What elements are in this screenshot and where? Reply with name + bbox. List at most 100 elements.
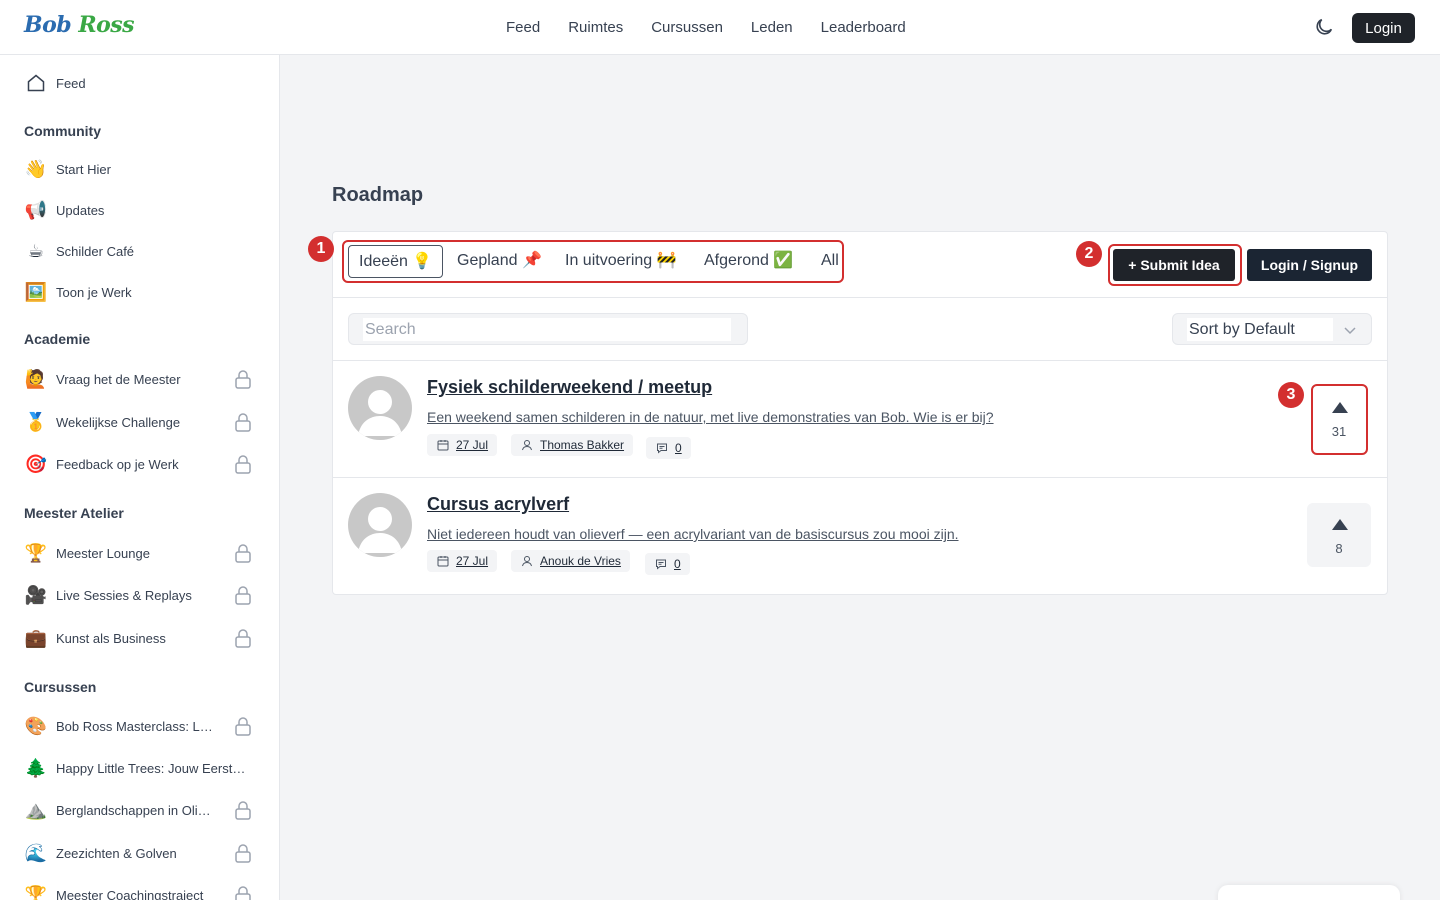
- nav-cursussen[interactable]: Cursussen: [651, 19, 723, 36]
- sidebar-item-happy-little-trees[interactable]: 🌲Happy Little Trees: Jouw Eerste Schilde…: [24, 755, 254, 781]
- lock-icon: [235, 801, 251, 820]
- search-input[interactable]: [363, 318, 731, 341]
- user-icon: [522, 440, 532, 451]
- tab-all[interactable]: All: [821, 245, 839, 278]
- idea-description[interactable]: Niet iedereen houdt van olieverf — een a…: [427, 526, 959, 542]
- sidebar-item-toon-je-werk[interactable]: 🖼️ Toon je Werk: [24, 279, 254, 305]
- trophy-icon: 🏆: [24, 885, 48, 900]
- sidebar-item-berglandschappen[interactable]: ⛰️ Berglandschappen in Olieverf: [24, 797, 254, 823]
- sidebar-item-live-sessies[interactable]: 🎥 Live Sessies & Replays: [24, 582, 254, 608]
- sidebar-item-kunst-als-business[interactable]: 💼 Kunst als Business: [24, 625, 254, 651]
- home-icon: [24, 71, 48, 95]
- annotation-badge-1: 1: [308, 236, 334, 262]
- sidebar-item-zeezichten[interactable]: 🌊 Zeezichten & Golven: [24, 840, 254, 866]
- divider: [333, 297, 1387, 298]
- palette-icon: 🎨: [24, 716, 48, 736]
- tab-in-uitvoering[interactable]: In uitvoering 🚧: [565, 245, 677, 278]
- lock-icon: [235, 844, 251, 863]
- raised-hand-icon: 🙋: [24, 369, 48, 389]
- idea-date: 27 Jul: [427, 434, 498, 456]
- sidebar-item-vraag-het-de-meester[interactable]: 🙋 Vraag het de Meester: [24, 366, 254, 392]
- sort-select[interactable]: Sort by Default: [1172, 313, 1372, 345]
- login-button[interactable]: Login: [1352, 13, 1415, 43]
- user-icon: [522, 556, 532, 567]
- tab-gepland[interactable]: Gepland 📌: [457, 245, 542, 278]
- tree-icon: 🌲: [24, 758, 48, 778]
- sidebar-item-updates[interactable]: 📢 Updates: [24, 197, 254, 223]
- avatar: [348, 493, 412, 557]
- floating-widget[interactable]: [1218, 885, 1400, 900]
- lock-icon: [235, 413, 251, 432]
- idea-date: 27 Jul: [427, 550, 498, 572]
- comment-icon: [657, 443, 667, 454]
- sidebar: Feed Community 👋 Start Hier 📢 Updates ☕ Sch…: [0, 55, 280, 900]
- sort-selected-value: Sort by Default: [1187, 318, 1333, 341]
- sidebar-item-schilder-cafe[interactable]: ☕ Schilder Café: [24, 238, 254, 264]
- megaphone-icon: 📢: [24, 200, 48, 220]
- briefcase-icon: 💼: [24, 628, 48, 648]
- divider: [333, 477, 1387, 478]
- lock-icon: [235, 370, 251, 389]
- nav-ruimtes[interactable]: Ruimtes: [568, 19, 623, 36]
- coffee-icon: ☕: [27, 241, 45, 261]
- sidebar-item-wekelijkse-challenge[interactable]: 🥇 Wekelijkse Challenge: [24, 409, 254, 435]
- divider: [333, 360, 1387, 361]
- sidebar-item-coachingstraject[interactable]: 🏆 Meester Coachingstraject: [24, 882, 254, 900]
- idea-description[interactable]: Een weekend samen schilderen in de natuu…: [427, 409, 994, 425]
- nav-leden[interactable]: Leden: [751, 19, 793, 36]
- idea-comments: 0: [645, 553, 690, 575]
- annotation-badge-3: 3: [1278, 382, 1304, 408]
- idea-title[interactable]: Fysiek schilderweekend / meetup: [427, 377, 712, 398]
- lock-icon: [235, 586, 251, 605]
- sidebar-item-label: Feed: [56, 75, 86, 91]
- vote-count: 8: [1335, 541, 1343, 556]
- tab-ideeen[interactable]: Ideeën 💡: [348, 245, 444, 278]
- idea-comments: 0: [646, 437, 691, 459]
- sidebar-item-feedback-op-je-werk[interactable]: 🎯 Feedback op je Werk: [24, 451, 254, 477]
- target-icon: 🎯: [24, 454, 48, 474]
- page-title: Roadmap: [332, 184, 424, 206]
- lock-icon: [235, 717, 251, 736]
- trophy-icon: 🏆: [24, 543, 48, 563]
- dark-mode-icon[interactable]: [1313, 16, 1335, 38]
- idea-author: Anouk de Vries: [511, 550, 630, 572]
- idea-title[interactable]: Cursus acrylverf: [427, 494, 569, 515]
- vote-count: 31: [1331, 424, 1347, 439]
- nav-feed[interactable]: Feed: [506, 19, 540, 36]
- upvote-button[interactable]: 8: [1307, 503, 1371, 567]
- upvote-button[interactable]: 31: [1307, 386, 1371, 450]
- video-camera-icon: 🎥: [24, 585, 48, 605]
- lock-icon: [235, 544, 251, 563]
- login-signup-button[interactable]: Login / Signup: [1247, 249, 1372, 281]
- tab-afgerond[interactable]: Afgerond ✅: [704, 245, 793, 278]
- idea-author: Thomas Bakker: [511, 434, 634, 456]
- sidebar-item-start-hier[interactable]: 👋 Start Hier: [24, 156, 254, 182]
- brand-logo[interactable]: Bob Ross: [24, 12, 135, 38]
- sidebar-item-feed[interactable]: Feed: [24, 70, 254, 96]
- comment-icon: [656, 559, 666, 570]
- wave-icon: 🌊: [24, 843, 48, 863]
- sidebar-section-cursussen: Cursussen: [24, 679, 97, 695]
- nav-leaderboard[interactable]: Leaderboard: [821, 19, 906, 36]
- mountain-icon: ⛰️: [24, 800, 48, 820]
- calendar-icon: [437, 556, 449, 567]
- lock-icon: [235, 455, 251, 474]
- avatar: [348, 376, 412, 440]
- sidebar-section-community: Community: [24, 123, 101, 139]
- calendar-icon: [437, 440, 449, 451]
- upvote-arrow-icon: [1332, 519, 1348, 530]
- upvote-arrow-icon: [1332, 402, 1348, 413]
- sidebar-section-meester-atelier: Meester Atelier: [24, 505, 124, 521]
- submit-idea-button[interactable]: + Submit Idea: [1113, 249, 1235, 281]
- top-bar: Bob Ross Feed Ruimtes Cursussen Leden Le…: [0, 0, 1440, 55]
- chevron-down-icon: [1344, 327, 1356, 335]
- top-nav: Feed Ruimtes Cursussen Leden Leaderboard: [506, 0, 906, 55]
- sidebar-item-meester-lounge[interactable]: 🏆 Meester Lounge: [24, 540, 254, 566]
- sidebar-section-academie: Academie: [24, 331, 91, 347]
- picture-icon: 🖼️: [24, 282, 48, 302]
- lock-icon: [235, 886, 251, 900]
- search-box: [348, 313, 748, 345]
- waving-hand-icon: 👋: [24, 159, 48, 179]
- lock-icon: [235, 629, 251, 648]
- sidebar-item-masterclass[interactable]: 🎨Bob Ross Masterclass: Landschappen: [24, 713, 254, 739]
